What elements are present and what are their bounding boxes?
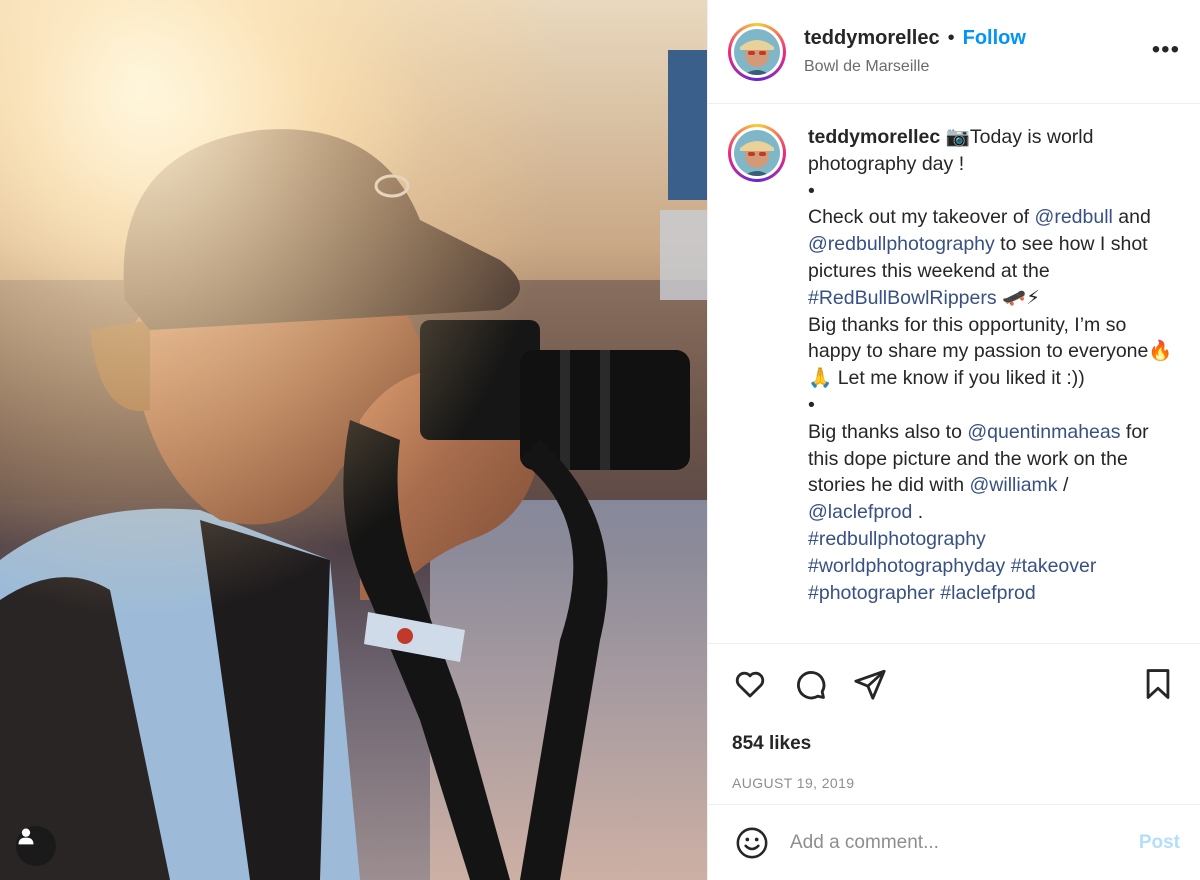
paper-plane-icon [854, 669, 886, 700]
post-date[interactable]: AUGUST 19, 2019 [708, 764, 1200, 802]
post-actions [708, 644, 1200, 724]
hashtag-link[interactable]: #redbullphotography [808, 528, 986, 550]
more-options-button[interactable]: ••• [1152, 38, 1180, 62]
caption-text: . [912, 501, 924, 524]
hashtag-link[interactable]: #photographer [808, 582, 935, 604]
heart-icon [735, 671, 765, 698]
caption-bullet: • [808, 179, 815, 202]
comment-bubble-icon [797, 671, 826, 700]
mention-link[interactable]: @redbull [1035, 206, 1113, 228]
mention-link[interactable]: @laclefprod [808, 501, 912, 523]
comment-input[interactable] [790, 831, 1139, 854]
caption-area: teddymorellec 📷Today is world photograph… [708, 104, 1200, 644]
hashtag-link[interactable]: #worldphotographyday [808, 555, 1005, 577]
person-icon [18, 828, 34, 845]
instagram-post: teddymorellec • Follow Bowl de Marseille… [0, 0, 1200, 880]
caption-emoji: 🛹⚡ [996, 286, 1040, 309]
caption-text: and [1112, 206, 1151, 229]
bookmark-icon [1146, 669, 1170, 699]
emoji-picker-button[interactable] [732, 823, 772, 863]
like-button[interactable] [730, 664, 770, 704]
share-button[interactable] [850, 664, 890, 704]
mention-link[interactable]: @redbullphotography [808, 233, 995, 255]
separator-dot: • [947, 27, 955, 49]
caption-bullet: • [808, 393, 815, 416]
mention-link[interactable]: @quentinmaheas [967, 421, 1120, 443]
caption-author-avatar[interactable] [728, 124, 786, 182]
post-location[interactable]: Bowl de Marseille [804, 58, 1026, 76]
caption-text: Big thanks for this opportunity, I’m so … [808, 313, 1173, 390]
likes-count[interactable]: 854 likes [708, 724, 1200, 764]
post-header: teddymorellec • Follow Bowl de Marseille… [708, 0, 1200, 104]
caption-username[interactable]: teddymorellec [808, 126, 940, 148]
hashtag-link[interactable]: #takeover [1011, 555, 1097, 577]
avatar-image [734, 28, 780, 75]
caption-text: / [1057, 474, 1069, 497]
comment-button[interactable] [790, 664, 830, 704]
user-tags-button[interactable] [16, 826, 56, 866]
save-button[interactable] [1138, 664, 1178, 704]
photo-illustration [0, 0, 707, 880]
hashtag-link[interactable]: #RedBullBowlRippers [808, 287, 997, 309]
post-photo[interactable] [0, 0, 707, 880]
smiley-icon [736, 827, 768, 858]
mention-link[interactable]: @williamk [970, 474, 1058, 496]
hashtag-link[interactable]: #laclefprod [940, 582, 1035, 604]
caption-text: Big thanks also to [808, 420, 968, 443]
author-avatar[interactable] [728, 22, 786, 81]
comment-form: Post [708, 804, 1200, 880]
post-comment-button[interactable]: Post [1139, 832, 1180, 854]
avatar-image [734, 130, 780, 176]
post-caption: teddymorellec 📷Today is world photograph… [808, 124, 1178, 643]
follow-button[interactable]: Follow [963, 27, 1026, 50]
post-side-panel: teddymorellec • Follow Bowl de Marseille… [707, 0, 1200, 880]
caption-text: Check out my takeover of [808, 206, 1035, 229]
author-username[interactable]: teddymorellec [804, 27, 940, 50]
